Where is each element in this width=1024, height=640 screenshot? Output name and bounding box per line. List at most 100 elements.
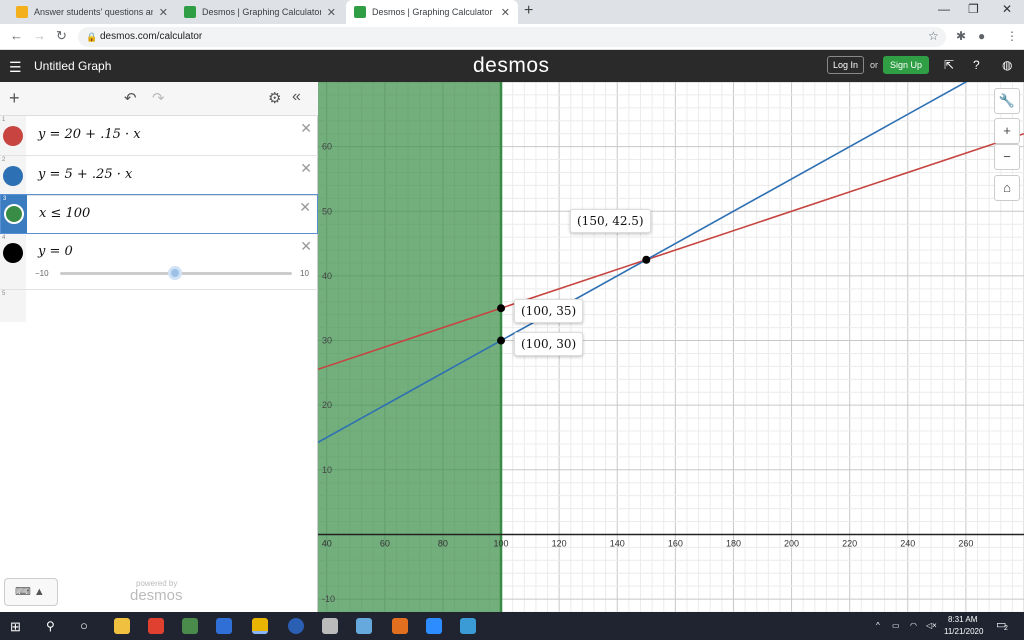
browser-menu-icon[interactable]: ⋮ [1006,29,1018,43]
browser-tab[interactable]: Answer students' questions and ✕ [8,0,176,24]
tab-favicon-icon [184,6,196,18]
tab-close-icon[interactable]: ✕ [159,6,168,19]
keypad-toggle-button[interactable]: ⌨ ▲ [4,578,58,606]
app-icon[interactable] [148,618,164,634]
graph-settings-wrench-icon[interactable]: 🔧 [994,88,1020,114]
minimize-icon[interactable]: — [938,2,950,16]
graph-wave-icon[interactable] [3,243,23,263]
app-icon[interactable] [322,618,338,634]
url-field[interactable]: 🔒 desmos.com/calculator [78,27,946,47]
restore-icon[interactable]: ❐ [968,2,979,16]
battery-icon[interactable]: ▭ [892,621,900,630]
collapse-panel-icon[interactable]: « [292,88,301,106]
app-icon[interactable] [288,618,304,634]
browser-tab-strip: Answer students' questions and ✕ Desmos … [0,0,1024,24]
expression-row[interactable]: 1 y = 20 + .15 · x ✕ [0,116,318,156]
graph-canvas[interactable]: 40 60 80 100 120 140 160 180 200 220 240 260 -10 10 20… [318,82,1024,612]
zoom-in-button[interactable]: + [994,118,1020,144]
slider-max[interactable]: 10 [300,269,309,278]
delete-expression-icon[interactable]: ✕ [300,160,312,177]
expression-index: 2 [2,157,6,163]
expression-row-selected[interactable]: 3 x ≤ 100 ✕ [0,194,318,234]
y-tick-label: 50 [322,206,332,216]
notification-count: 2 [1004,625,1008,632]
delete-expression-icon[interactable]: ✕ [300,120,312,137]
expression-toolbar: + ↶ ↷ ⚙ « [0,82,318,116]
windows-start-icon[interactable]: ⊞ [10,619,21,635]
slider-min[interactable]: −10 [35,269,49,278]
tray-chevron-icon[interactable]: ^ [876,621,880,630]
app-icon[interactable] [356,618,372,634]
expression-math[interactable]: y = 20 + .15 · x [38,127,141,142]
slider-knob[interactable] [168,266,182,280]
signup-button[interactable]: Sign Up [883,56,930,74]
window-close-icon[interactable]: ✕ [1002,2,1012,16]
profile-icon[interactable]: ● [978,29,985,43]
wifi-icon[interactable]: ◠ [910,621,917,630]
login-button[interactable]: Log In [827,56,865,74]
app-icon[interactable] [182,618,198,634]
x-tick-label: 80 [438,538,448,548]
forward-icon[interactable]: → [33,28,46,43]
help-icon[interactable]: ? [973,58,980,72]
back-icon[interactable]: ← [10,28,23,43]
tab-close-icon[interactable]: ✕ [327,6,336,19]
language-icon[interactable]: ◍ [1002,58,1012,72]
browser-tab[interactable]: Desmos | Graphing Calculator ✕ [176,0,344,24]
mail-icon[interactable] [216,618,232,634]
task-view-icon[interactable]: ○ [80,618,88,633]
graph-area[interactable]: 40 60 80 100 120 140 160 180 200 220 240 260 -10 10 20… [318,82,1024,612]
clock-time[interactable]: 8:31 AM [948,615,977,624]
expression-gutter: 5 [0,290,26,322]
share-icon[interactable]: ⇱ [944,58,954,72]
settings-gear-icon[interactable]: ⚙ [268,89,281,107]
app-icon[interactable] [460,618,476,634]
expression-math[interactable]: x ≤ 100 [39,206,90,221]
browser-tab-active[interactable]: Desmos | Graphing Calculator ✕ [346,0,518,24]
expression-row[interactable]: 2 y = 5 + .25 · x ✕ [0,156,318,196]
graph-wave-icon[interactable] [3,166,23,186]
search-icon[interactable]: ⚲ [46,619,55,633]
tab-close-icon[interactable]: ✕ [501,6,510,19]
expression-gutter: 3 [1,195,27,233]
x-tick-label: 240 [900,538,915,548]
app-icon[interactable] [392,618,408,634]
point-label[interactable]: (100, 35) [514,299,584,323]
reload-icon[interactable]: ↻ [56,28,67,44]
lock-icon: 🔒 [86,32,98,42]
point-label[interactable]: (100, 30) [514,332,584,356]
x-tick-label: 60 [380,538,390,548]
expression-row[interactable]: 4 y = 0 ✕ −10 10 [0,234,318,290]
default-viewport-home-icon[interactable]: ⌂ [994,175,1020,201]
bookmark-star-icon[interactable]: ☆ [928,29,939,43]
delete-expression-icon[interactable]: ✕ [300,238,312,255]
graph-title[interactable]: Untitled Graph [34,59,111,73]
intersection-point [642,255,651,264]
zoom-out-button[interactable]: − [994,144,1020,170]
tab-favicon-icon [16,6,28,18]
chrome-icon[interactable] [252,618,268,634]
zoom-app-icon[interactable] [426,618,442,634]
file-explorer-icon[interactable] [114,618,130,634]
expression-math[interactable]: y = 5 + .25 · x [38,167,132,182]
add-item-icon[interactable]: + [9,88,20,109]
expression-index: 1 [2,117,6,123]
undo-icon[interactable]: ↶ [124,89,137,107]
redo-icon[interactable]: ↷ [152,89,165,107]
delete-expression-icon[interactable]: ✕ [299,199,311,216]
clock-date[interactable]: 11/21/2020 [944,627,983,636]
expression-row-empty[interactable]: 5 [0,290,318,322]
extensions-icon[interactable]: ✱ [956,29,966,43]
graph-shading-icon[interactable] [4,204,24,224]
point-label[interactable]: (150, 42.5) [570,209,651,233]
volume-icon[interactable]: ◁× [926,621,937,630]
expression-gutter: 2 [0,156,26,195]
expression-index: 5 [2,291,6,297]
y-tick-label: 60 [322,142,332,152]
graph-wave-icon[interactable] [3,126,23,146]
hamburger-menu-icon[interactable]: ☰ [9,59,22,76]
expression-math[interactable]: y = 0 [38,244,73,259]
x-tick-label: 180 [726,538,741,548]
value-slider[interactable] [60,266,292,280]
new-tab-icon[interactable]: + [524,2,533,20]
